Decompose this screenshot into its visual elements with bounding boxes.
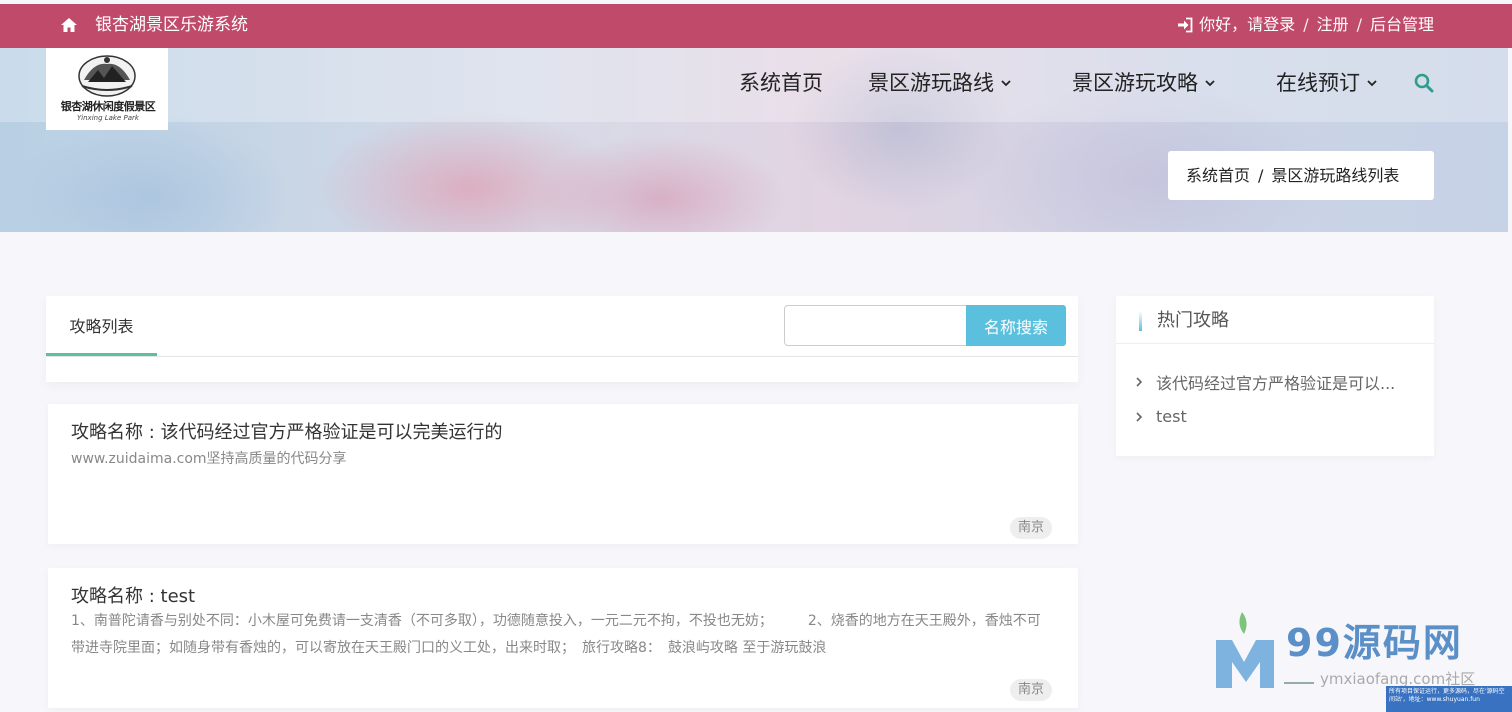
nav-guides[interactable]: 景区游玩攻略: [1072, 68, 1216, 98]
nav-guides-label: 景区游玩攻略: [1072, 71, 1198, 95]
chevron-down-icon: [1367, 80, 1377, 87]
top-bar: 银杏湖景区乐游系统 你好，请登录 / 注册 / 后台管理: [0, 4, 1512, 48]
guide-description: www.zuidaima.com坚持高质量的代码分享: [71, 451, 347, 467]
watermark-notice: 所有项目保证运行，更多源码，尽在'源码空间站'，地址：www.shuyuan.f…: [1386, 686, 1512, 712]
watermark-line: [1284, 682, 1314, 684]
home-icon[interactable]: [60, 16, 78, 34]
site-name[interactable]: 银杏湖景区乐游系统: [95, 12, 248, 38]
search-icon[interactable]: [1414, 73, 1434, 93]
list-header: 攻略列表 名称搜索: [46, 296, 1078, 382]
separator: /: [1303, 15, 1309, 34]
name-search-button[interactable]: 名称搜索: [966, 305, 1066, 346]
guide-card[interactable]: 攻略名称 : test 1、南普陀请香与别处不同：小木屋可免费请一支清香（不可多…: [48, 568, 1078, 708]
main-nav: 系统首页 景区游玩路线 景区游玩攻略 在线预订: [0, 68, 1508, 98]
hot-guide-item[interactable]: 该代码经过官方严格验证是可以...: [1134, 370, 1424, 394]
breadcrumb-home[interactable]: 系统首页: [1186, 166, 1250, 185]
nav-home-label: 系统首页: [739, 71, 823, 95]
hot-guide-item[interactable]: test: [1134, 407, 1424, 426]
register-link[interactable]: 注册: [1317, 12, 1349, 38]
logo-subtext: Yinxing Lake Park: [77, 114, 139, 122]
hot-guide-label: test: [1156, 407, 1187, 426]
account-links: 你好，请登录 / 注册 / 后台管理: [1177, 12, 1434, 38]
breadcrumb-current: 景区游玩路线列表: [1271, 166, 1400, 185]
logo-text: 银杏湖休闲度假景区: [60, 100, 156, 113]
sign-in-icon: [1178, 17, 1193, 33]
nav-booking[interactable]: 在线预订: [1276, 68, 1378, 98]
title-accent-bar: [1139, 311, 1142, 331]
search-input[interactable]: [784, 305, 967, 346]
chevron-down-icon: [1205, 80, 1215, 87]
panel-title: 热门攻略: [1157, 310, 1229, 331]
nav-routes[interactable]: 景区游玩路线: [868, 68, 1012, 98]
chevron-right-icon: [1136, 411, 1143, 422]
panel-header: 热门攻略: [1116, 296, 1434, 344]
chevron-down-icon: [1001, 80, 1011, 87]
guide-description: 1、南普陀请香与别处不同：小木屋可免费请一支清香（不可多取），功德随意投入，一元…: [71, 613, 1041, 656]
city-tag: 南京: [1009, 517, 1052, 539]
hot-guides-panel: 热门攻略 该代码经过官方严格验证是可以... test: [1116, 296, 1434, 456]
nav-routes-label: 景区游玩路线: [868, 71, 994, 95]
city-tag: 南京: [1009, 679, 1052, 701]
nav-home[interactable]: 系统首页: [739, 68, 823, 98]
guide-title[interactable]: 攻略名称 : 该代码经过官方严格验证是可以完美运行的: [71, 418, 503, 444]
login-link[interactable]: 你好，请登录: [1199, 12, 1295, 38]
nav-booking-label: 在线预订: [1276, 71, 1360, 95]
hero-banner: 银杏湖休闲度假景区 Yinxing Lake Park 系统首页 景区游玩路线 …: [0, 48, 1508, 232]
guide-title[interactable]: 攻略名称 : test: [71, 582, 195, 608]
tab-guide-list[interactable]: 攻略列表: [46, 296, 157, 357]
watermark: 99源码网 ymxiaofang.com社区 所有项目保证运行，更多源码，尽在'…: [1210, 606, 1512, 712]
breadcrumb: 系统首页 / 景区游玩路线列表: [1168, 151, 1434, 200]
watermark-brand: 99源码网: [1286, 621, 1463, 665]
watermark-logo-icon: [1216, 612, 1274, 688]
admin-link[interactable]: 后台管理: [1370, 12, 1434, 38]
chevron-right-icon: [1136, 377, 1143, 387]
separator: /: [1356, 15, 1362, 34]
guide-card[interactable]: 攻略名称 : 该代码经过官方严格验证是可以完美运行的 www.zuidaima.…: [48, 404, 1078, 544]
divider: [46, 356, 1078, 357]
breadcrumb-separator: /: [1258, 166, 1264, 185]
hot-guide-label: 该代码经过官方严格验证是可以...: [1156, 374, 1396, 393]
